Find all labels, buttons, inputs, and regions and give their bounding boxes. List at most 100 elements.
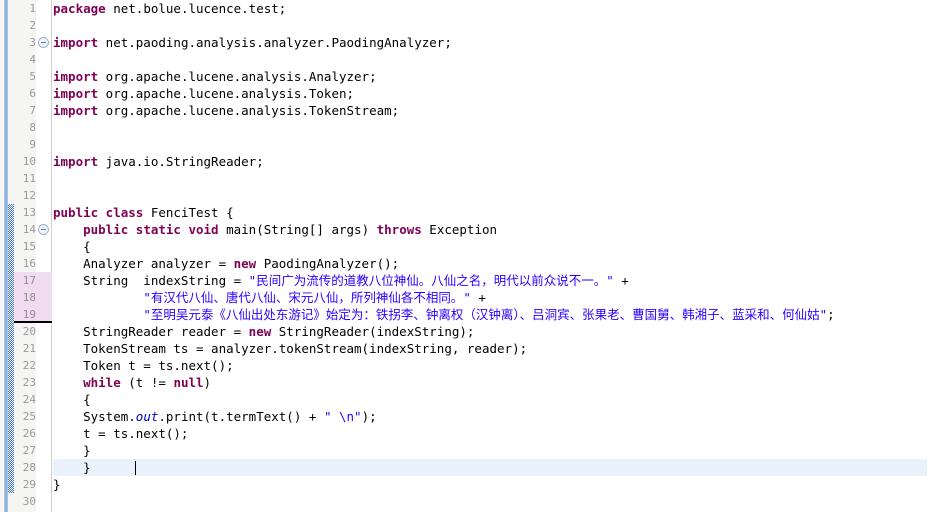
line-number: 20: [22, 325, 36, 338]
code-line[interactable]: 19 "至明吴元泰《八仙出处东游记》始定为：铁拐李、钟离权（汉钟离）、吕洞宾、张…: [0, 306, 935, 323]
line-number: 24: [22, 393, 36, 406]
code-line-text: StringReader reader = new StringReader(i…: [53, 323, 474, 340]
line-number: 7: [29, 104, 36, 117]
java-source-editor[interactable]: 1 package net.bolue.lucence.test; 2 3 import…: [0, 0, 935, 512]
code-line[interactable]: 18 "有汉代八仙、唐代八仙、宋元八仙，所列神仙各不相同。" +: [0, 289, 935, 306]
code-line[interactable]: 16 Analyzer analyzer = new PaodingAnalyz…: [0, 255, 935, 272]
code-token-plain: main(String[] args): [218, 222, 377, 237]
code-text-area[interactable]: 1 package net.bolue.lucence.test; 2 3 import…: [0, 0, 935, 512]
code-token-kw: import: [53, 35, 99, 50]
code-token-plain: String indexString =: [53, 273, 249, 288]
current-line-highlight: [53, 459, 927, 476]
code-line-text: public static void main(String[] args) t…: [53, 221, 497, 238]
line-number: 18: [22, 291, 36, 304]
code-line-text: Token t = ts.next();: [53, 357, 234, 374]
fold-collapse-icon[interactable]: [38, 37, 49, 48]
code-line[interactable]: 27 }: [0, 442, 935, 459]
line-number: 30: [22, 495, 36, 508]
code-line[interactable]: 1 package net.bolue.lucence.test;: [0, 0, 935, 17]
code-line[interactable]: 4: [0, 51, 935, 68]
code-line[interactable]: 10 import java.io.StringReader;: [0, 153, 935, 170]
code-line[interactable]: 26 t = ts.next();: [0, 425, 935, 442]
code-line[interactable]: 22 Token t = ts.next();: [0, 357, 935, 374]
code-token-plain: {: [53, 392, 91, 407]
code-line-text: System.out.print(t.termText() + " \n");: [53, 408, 377, 425]
code-line[interactable]: 8: [0, 119, 935, 136]
code-line[interactable]: 14 public static void main(String[] args…: [0, 221, 935, 238]
line-number: 14: [22, 223, 36, 236]
code-line[interactable]: 11: [0, 170, 935, 187]
line-number: 28: [22, 461, 36, 474]
code-line-text: package net.bolue.lucence.test;: [53, 0, 286, 17]
code-line-text: public class FenciTest {: [53, 204, 234, 221]
line-number: 10: [22, 155, 36, 168]
code-token-str: " \n": [323, 409, 362, 424]
code-line-text: TokenStream ts = analyzer.tokenStream(in…: [53, 340, 527, 357]
code-line[interactable]: 21 TokenStream ts = analyzer.tokenStream…: [0, 340, 935, 357]
line-number: 9: [29, 138, 36, 151]
line-number: 2: [29, 19, 36, 32]
code-token-plain: }: [53, 460, 91, 475]
code-line[interactable]: 6 import org.apache.lucene.analysis.Token…: [0, 85, 935, 102]
code-line[interactable]: 29}: [0, 476, 935, 493]
code-token-cjk: 至明吴元泰《八仙出处东游记》始定为：铁拐李、钟离权（汉钟离）、吕洞宾、张果老、曹…: [150, 307, 820, 322]
code-line[interactable]: 17 String indexString = "民间广为流传的道教八位神仙。八…: [0, 272, 935, 289]
code-line[interactable]: 15 {: [0, 238, 935, 255]
fold-collapse-icon[interactable]: [38, 224, 49, 235]
code-token-plain: t = ts.next();: [53, 426, 189, 441]
code-token-kw: new: [233, 256, 257, 271]
code-token-plain: Token t = ts.next();: [53, 358, 234, 373]
line-number: 29: [22, 478, 36, 491]
code-line-text: import org.apache.lucene.analysis.Token;: [53, 85, 354, 102]
code-token-kw: import: [53, 69, 99, 84]
code-line-text: import org.apache.lucene.analysis.TokenS…: [53, 102, 399, 119]
code-line-text: {: [53, 391, 91, 408]
minus-circle-icon: [38, 224, 49, 235]
code-line[interactable]: 13 public class FenciTest {: [0, 204, 935, 221]
code-line[interactable]: 2: [0, 17, 935, 34]
code-token-cjk: 有汉代八仙、唐代八仙、宋元八仙，所列神仙各不相同。: [150, 290, 464, 305]
code-line[interactable]: 28 }: [0, 459, 935, 476]
line-number: 3: [29, 36, 36, 49]
code-line[interactable]: 5 import org.apache.lucene.analysis.Analy…: [0, 68, 935, 85]
code-token-plain: org.apache.lucene.analysis.Token;: [98, 86, 355, 101]
code-line[interactable]: 25 System.out.print(t.termText() + " \n"…: [0, 408, 935, 425]
code-line[interactable]: 9: [0, 136, 935, 153]
code-token-plain: }: [53, 443, 91, 458]
code-token-plain: org.apache.lucene.analysis.TokenStream;: [98, 103, 400, 118]
line-number: 27: [22, 444, 36, 457]
code-line[interactable]: 24 {: [0, 391, 935, 408]
code-line[interactable]: 3 import net.paoding.analysis.analyzer.Pa…: [0, 34, 935, 51]
code-token-plain: .print(t.termText() +: [158, 409, 324, 424]
code-token-plain: {: [53, 239, 91, 254]
code-token-kw: public static void: [83, 222, 219, 237]
line-number: 23: [22, 376, 36, 389]
code-token-plain: +: [613, 273, 629, 288]
code-token-kw: throws: [376, 222, 422, 237]
line-number: 11: [22, 172, 36, 185]
code-line-text: import net.paoding.analysis.analyzer.Pao…: [53, 34, 452, 51]
code-token-plain: +: [470, 290, 486, 305]
code-line[interactable]: 23 while (t != null): [0, 374, 935, 391]
code-line-text: }: [53, 459, 91, 476]
code-line[interactable]: 20 StringReader reader = new StringReade…: [0, 323, 935, 340]
line-number: 6: [29, 87, 36, 100]
code-line-text: String indexString = "民间广为流传的道教八位神仙。八仙之名…: [53, 272, 629, 289]
code-line[interactable]: 12: [0, 187, 935, 204]
code-token-kw: public class: [53, 205, 144, 220]
line-number: 12: [22, 189, 36, 202]
code-line[interactable]: 30: [0, 493, 935, 510]
code-token-kw: while: [83, 375, 121, 390]
code-line-text: import org.apache.lucene.analysis.Analyz…: [53, 68, 377, 85]
code-line-text: Analyzer analyzer = new PaodingAnalyzer(…: [53, 255, 399, 272]
code-line-text: "有汉代八仙、唐代八仙、宋元八仙，所列神仙各不相同。" +: [53, 289, 486, 306]
code-line-text: }: [53, 442, 91, 459]
code-line[interactable]: 7 import org.apache.lucene.analysis.Token…: [0, 102, 935, 119]
code-token-kw: null: [173, 375, 204, 390]
code-token-plain: ): [203, 375, 212, 390]
code-token-plain: (t !=: [120, 375, 174, 390]
code-line-text: {: [53, 238, 91, 255]
code-line-text: import java.io.StringReader;: [53, 153, 264, 170]
